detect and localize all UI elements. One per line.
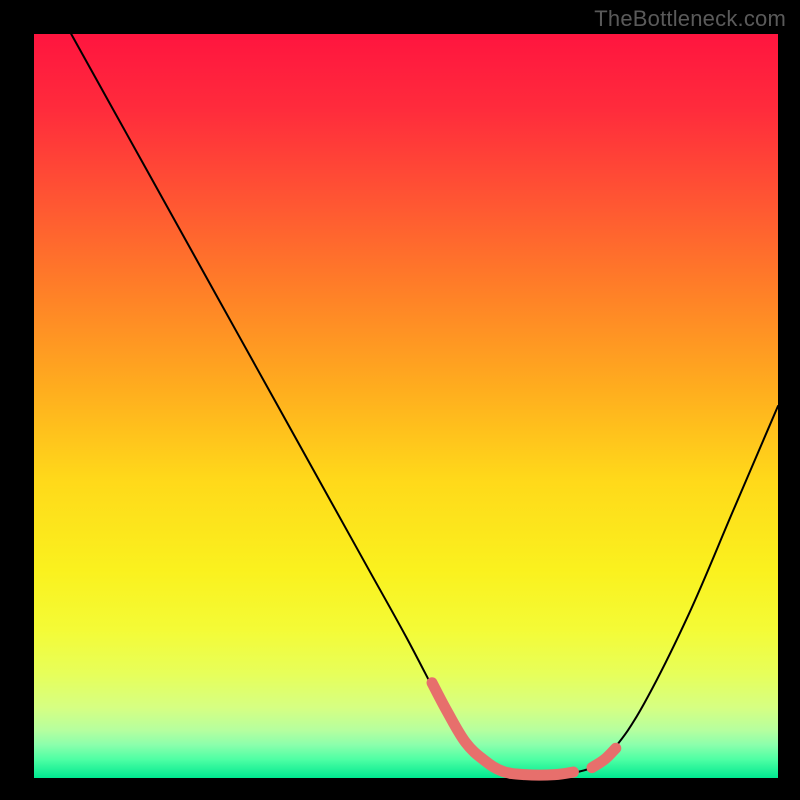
curve-layer xyxy=(34,34,778,778)
chart-frame: TheBottleneck.com xyxy=(0,0,800,800)
plot-area xyxy=(34,34,778,778)
trough-flat-highlight xyxy=(432,683,573,775)
bottleneck-curve xyxy=(71,34,778,776)
trough-right-highlight xyxy=(592,748,616,767)
watermark-text: TheBottleneck.com xyxy=(594,6,786,32)
